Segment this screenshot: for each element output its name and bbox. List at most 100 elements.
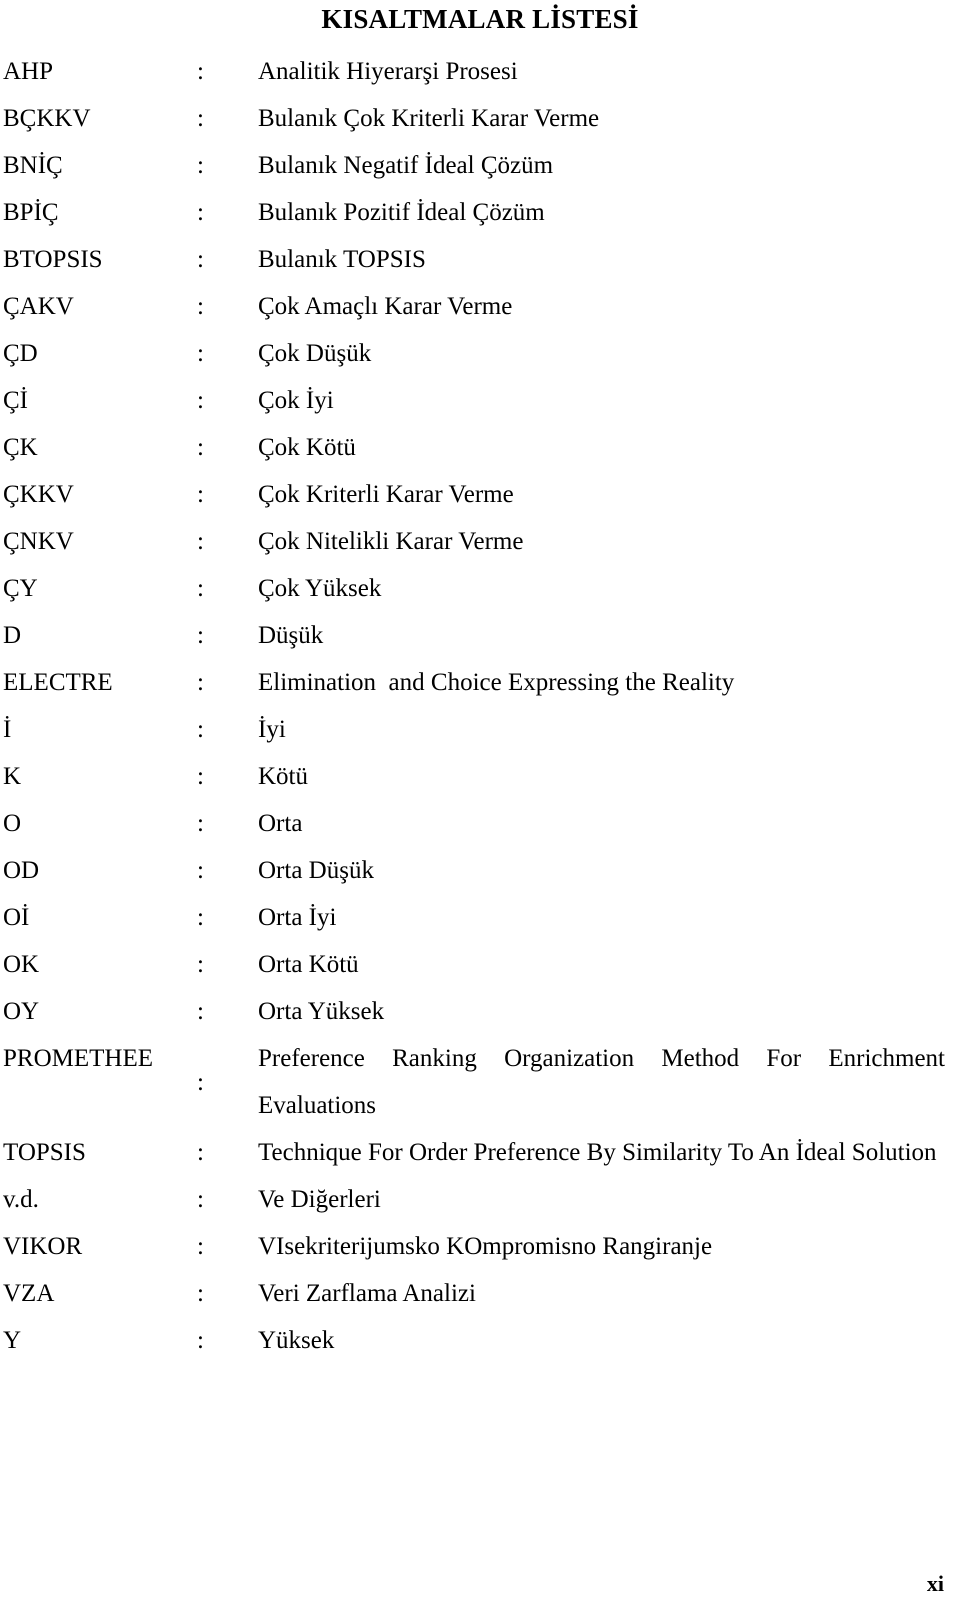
abbreviation-definition: Orta Kötü [258, 951, 359, 978]
abbreviation-separator: : [197, 1139, 204, 1166]
abbreviation-definition: Çok Yüksek [258, 575, 382, 602]
abbreviation-row: TOPSIS: Technique For Order Preference By… [0, 1129, 960, 1176]
abbreviation-definition: Çok Kriterli Karar Verme [258, 481, 514, 508]
abbreviation-row: ÇAKV: Çok Amaçlı Karar Verme [0, 283, 960, 330]
abbreviation-separator: : [197, 528, 204, 555]
abbreviation-separator: : [197, 1233, 204, 1260]
abbreviation-row: BTOPSIS: Bulanık TOPSIS [0, 236, 960, 283]
abbreviation-row: OY: Orta Yüksek [0, 988, 960, 1035]
abbreviation-definition: Technique For Order Preference By Simila… [258, 1139, 937, 1166]
abbreviation-row: VZA: Veri Zarflama Analizi [0, 1270, 960, 1317]
abbreviation-separator: : [197, 904, 204, 931]
abbreviation-separator: : [197, 622, 204, 649]
abbreviation-term: K [3, 763, 22, 790]
abbreviation-separator: : [197, 669, 204, 696]
abbreviation-separator: : [197, 246, 204, 273]
abbreviation-row: ÇNKV: Çok Nitelikli Karar Verme [0, 518, 960, 565]
abbreviation-definition: Orta Yüksek [258, 998, 385, 1025]
abbreviation-separator: : [197, 105, 204, 132]
abbreviation-term: ÇD [3, 340, 38, 367]
abbreviation-definition: Çok Nitelikli Karar Verme [258, 528, 524, 555]
abbreviation-separator: : [197, 810, 204, 837]
abbreviation-term: ELECTRE [3, 669, 113, 696]
abbreviation-term: BPİÇ [3, 199, 59, 226]
abbreviation-separator: : [197, 716, 204, 743]
abbreviation-term: v.d. [3, 1186, 39, 1213]
abbreviation-row: v.d.: Ve Diğerleri [0, 1176, 960, 1223]
abbreviation-definition: Çok İyi [258, 387, 334, 414]
abbreviation-term: BÇKKV [3, 105, 91, 132]
abbreviation-row: K: Kötü [0, 753, 960, 800]
abbreviations-page: KISALTMALAR LİSTESİ AHP: Analitik Hiyerar… [0, 0, 960, 1607]
abbreviation-separator: : [197, 434, 204, 461]
abbreviation-separator: : [197, 575, 204, 602]
abbreviation-row: ELECTRE: Elimination and Choice Expressin… [0, 659, 960, 706]
abbreviation-definition: Preference Ranking Organization Method F… [258, 1045, 945, 1119]
abbreviation-definition: Veri Zarflama Analizi [258, 1280, 476, 1307]
abbreviation-term: ÇY [3, 575, 38, 602]
abbreviation-row: PROMETHEE: Preference Ranking Organizatio… [0, 1035, 960, 1129]
abbreviation-definition: Orta İyi [258, 904, 337, 931]
abbreviation-row: BNİÇ: Bulanık Negatif İdeal Çözüm [0, 142, 960, 189]
abbreviation-row: ÇKKV: Çok Kriterli Karar Verme [0, 471, 960, 518]
abbreviation-term: AHP [3, 58, 54, 85]
abbreviation-row: Oİ: Orta İyi [0, 894, 960, 941]
abbreviation-separator: : [197, 387, 204, 414]
abbreviation-row: O: Orta [0, 800, 960, 847]
abbreviation-definition: Analitik Hiyerarşi Prosesi [258, 58, 518, 85]
abbreviation-separator: : [197, 1327, 204, 1354]
abbreviation-definition: Çok Kötü [258, 434, 356, 461]
abbreviation-separator: : [197, 293, 204, 320]
abbreviation-definition: Orta Düşük [258, 857, 374, 884]
abbreviation-row: D: Düşük [0, 612, 960, 659]
abbreviation-term: TOPSIS [3, 1139, 86, 1166]
abbreviation-row: AHP: Analitik Hiyerarşi Prosesi [0, 48, 960, 95]
abbreviation-term: VIKOR [3, 1233, 83, 1260]
abbreviation-row: OK: Orta Kötü [0, 941, 960, 988]
abbreviation-row: ÇK: Çok Kötü [0, 424, 960, 471]
abbreviation-term: İ [3, 716, 12, 743]
abbreviation-row: BPİÇ: Bulanık Pozitif İdeal Çözüm [0, 189, 960, 236]
abbreviation-separator: : [197, 340, 204, 367]
abbreviation-row: VIKOR: VIsekriterijumsko KOmpromisno Rang… [0, 1223, 960, 1270]
abbreviation-definition: Ve Diğerleri [258, 1186, 381, 1213]
abbreviation-term: ÇKKV [3, 481, 74, 508]
abbreviation-term: Oİ [3, 904, 30, 931]
abbreviation-term: ÇK [3, 434, 38, 461]
abbreviation-row: ÇY: Çok Yüksek [0, 565, 960, 612]
abbreviation-definition: Bulanık Negatif İdeal Çözüm [258, 152, 554, 179]
abbreviation-term: OD [3, 857, 40, 884]
abbreviation-row: Çİ: Çok İyi [0, 377, 960, 424]
abbreviation-separator: : [197, 58, 204, 85]
abbreviation-definition: Çok Düşük [258, 340, 372, 367]
page-number: xi [926, 1571, 944, 1596]
abbreviation-term: ÇNKV [3, 528, 74, 555]
abbreviation-term: Çİ [3, 387, 28, 414]
abbreviation-separator: : [197, 199, 204, 226]
abbreviation-term: BNİÇ [3, 152, 63, 179]
abbreviation-separator: : [197, 763, 204, 790]
abbreviation-definition: Çok Amaçlı Karar Verme [258, 293, 513, 320]
abbreviation-separator: : [197, 152, 204, 179]
abbreviation-separator: : [197, 998, 204, 1025]
abbreviation-term: OK [3, 951, 40, 978]
abbreviation-term: ÇAKV [3, 293, 74, 320]
abbreviation-separator: : [197, 1068, 204, 1096]
abbreviation-row: ÇD: Çok Düşük [0, 330, 960, 377]
abbreviation-definition: İyi [258, 716, 286, 743]
abbreviation-definition: Orta [258, 810, 303, 837]
abbreviation-definition: Bulanık Pozitif İdeal Çözüm [258, 199, 545, 226]
abbreviation-term: O [3, 810, 22, 837]
abbreviation-definition: Düşük [258, 622, 324, 649]
abbreviation-term: PROMETHEE [3, 1045, 153, 1072]
abbreviation-term: BTOPSIS [3, 246, 103, 273]
page-title: KISALTMALAR LİSTESİ [321, 4, 639, 34]
abbreviation-term: Y [3, 1327, 22, 1354]
abbreviation-list: AHP: Analitik Hiyerarşi Prosesi BÇKKV: Bula… [0, 48, 960, 1364]
abbreviation-definition: Kötü [258, 763, 308, 790]
abbreviation-row: Y: Yüksek [0, 1317, 960, 1364]
abbreviation-separator: : [197, 1280, 204, 1307]
abbreviation-row: OD: Orta Düşük [0, 847, 960, 894]
abbreviation-separator: : [197, 481, 204, 508]
abbreviation-definition: VIsekriterijumsko KOmpromisno Rangiranje [258, 1233, 713, 1260]
